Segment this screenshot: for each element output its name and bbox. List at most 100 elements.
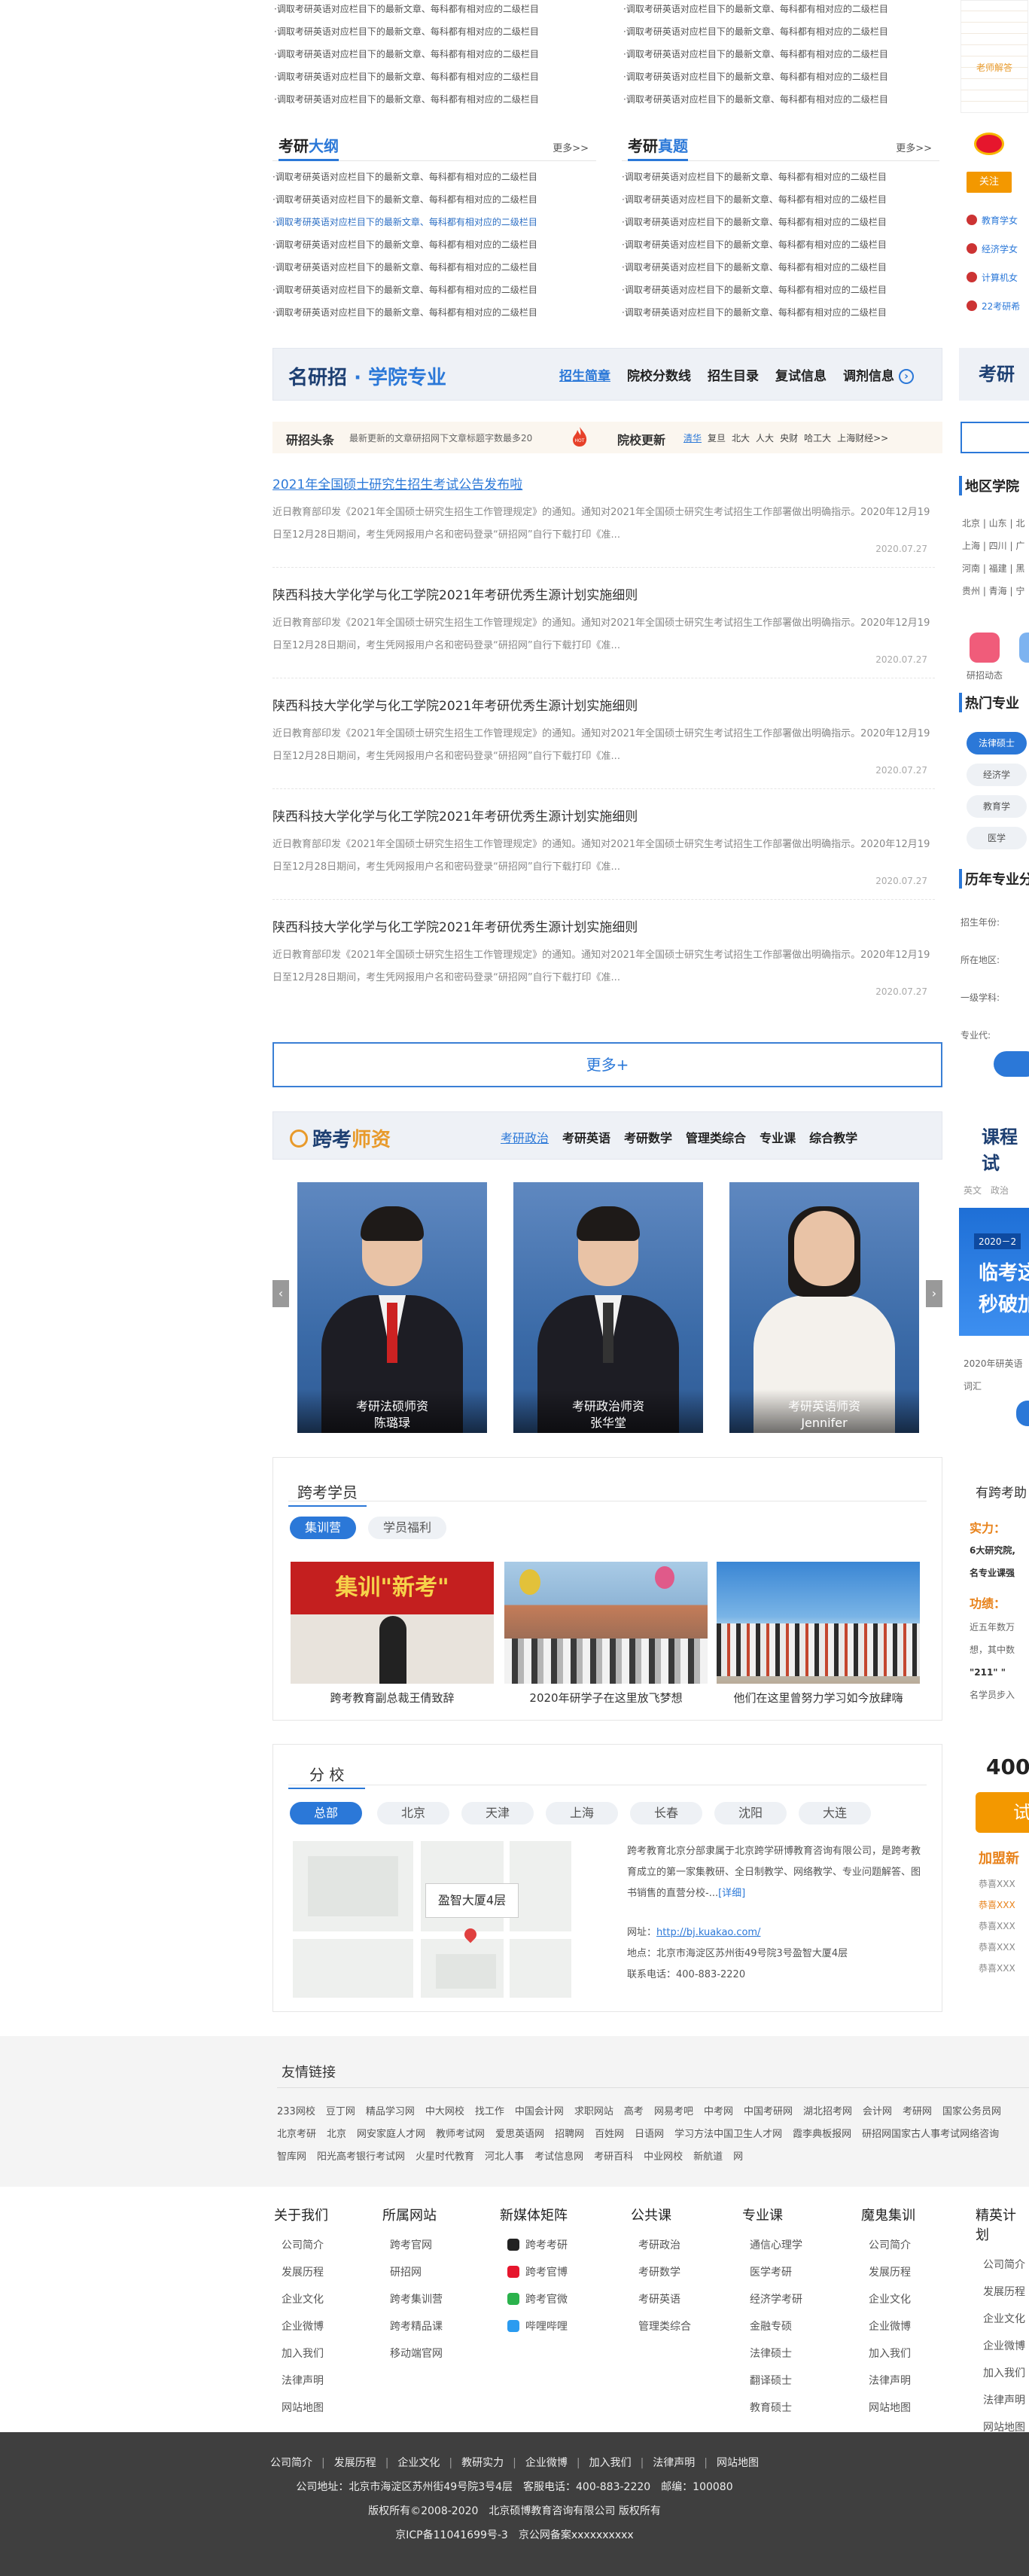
friend-link[interactable]: 中大网校: [425, 2101, 464, 2123]
footer-link[interactable]: 通信心理学: [742, 2232, 802, 2259]
footer-link[interactable]: 加入我们: [274, 2340, 328, 2367]
news-item[interactable]: ·调取考研英语对应栏目下的最新文章、每科都有相对应的二级栏目: [274, 66, 590, 88]
friend-link[interactable]: 新航道: [693, 2146, 723, 2169]
footer-link[interactable]: 移动端官网: [382, 2340, 443, 2367]
news-item[interactable]: ·调取考研英语对应栏目下的最新文章、每科都有相对应的二级栏目: [272, 301, 596, 324]
bottom-link[interactable]: 加入我们: [589, 2457, 632, 2469]
nav-item[interactable]: 院校分数线: [627, 365, 691, 384]
region-row[interactable]: 北京 | 山东 | 北: [962, 512, 1024, 535]
footer-link[interactable]: 公司简介: [861, 2232, 915, 2259]
friend-link[interactable]: 考研百科: [594, 2146, 633, 2169]
news-item[interactable]: ·调取考研英语对应栏目下的最新文章、每科都有相对应的二级栏目: [623, 43, 939, 66]
weibo-item[interactable]: 经济学女: [967, 238, 1020, 261]
chevron-right-icon[interactable]: ›: [899, 369, 914, 384]
news-item[interactable]: ·调取考研英语对应栏目下的最新文章、每科都有相对应的二级栏目: [272, 279, 596, 301]
tab-student-welfare[interactable]: 学员福利: [368, 1517, 447, 1539]
footer-link[interactable]: 企业微博: [274, 2313, 328, 2340]
bottom-link[interactable]: 教研实力: [461, 2457, 504, 2469]
footer-link[interactable]: 发展历程: [861, 2259, 915, 2286]
news-item[interactable]: ·调取考研英语对应栏目下的最新文章、每科都有相对应的二级栏目: [274, 0, 590, 20]
footer-link[interactable]: 考研政治: [631, 2232, 691, 2259]
nav-item[interactable]: 管理类综合: [686, 1128, 746, 1146]
apply-button[interactable]: 试: [976, 1792, 1029, 1833]
promo-more-button[interactable]: [1016, 1401, 1029, 1426]
teacher-card[interactable]: 考研政治师资 张华堂: [513, 1182, 703, 1433]
footer-link[interactable]: 教育硕士: [742, 2395, 802, 2422]
footer-link[interactable]: 企业微博: [976, 2333, 1029, 2360]
tab-training-camp[interactable]: 集训营: [290, 1517, 357, 1539]
footer-link[interactable]: 发展历程: [976, 2279, 1029, 2306]
news-item[interactable]: ·调取考研英语对应栏目下的最新文章、每科都有相对应的二级栏目: [623, 0, 939, 20]
weibo-item[interactable]: 教育学女: [967, 209, 1020, 232]
footer-link[interactable]: 法律硕士: [742, 2340, 802, 2367]
footer-link[interactable]: 经济学考研: [742, 2286, 802, 2313]
school-link[interactable]: 人大: [756, 433, 774, 444]
footer-link[interactable]: 网站地图: [861, 2395, 915, 2422]
bottom-link[interactable]: 法律声明: [653, 2457, 695, 2469]
tab-branch[interactable]: 沈阳: [714, 1802, 787, 1825]
friend-link[interactable]: 学习方法中国卫生人才网: [674, 2123, 782, 2146]
bottom-link[interactable]: 发展历程: [334, 2457, 376, 2469]
nav-item[interactable]: 复试信息: [775, 365, 827, 384]
friend-link[interactable]: 智库网: [277, 2146, 306, 2169]
friend-link[interactable]: 爱思英语网: [495, 2123, 544, 2146]
footer-link[interactable]: 企业微博: [861, 2313, 915, 2340]
footer-link[interactable]: 公司简介: [976, 2251, 1029, 2279]
friend-link[interactable]: 百姓网: [595, 2123, 624, 2146]
footer-link[interactable]: 法律声明: [274, 2367, 328, 2395]
course-tabs[interactable]: 英文 政治: [964, 1179, 1009, 1202]
weibo-follow-button[interactable]: 关注: [967, 172, 1012, 193]
tab-branch[interactable]: 上海: [546, 1802, 618, 1825]
nav-item[interactable]: 综合教学: [809, 1128, 857, 1146]
region-row[interactable]: 贵州 | 青海 | 宁: [962, 580, 1024, 602]
tab-branch[interactable]: 长春: [630, 1802, 702, 1825]
news-item[interactable]: ·调取考研英语对应栏目下的最新文章、每科都有相对应的二级栏目: [622, 301, 939, 324]
friend-link[interactable]: 湖北招考网: [803, 2101, 852, 2123]
friend-link[interactable]: 火星时代教育: [416, 2146, 474, 2169]
weibo-item[interactable]: 22考研希: [967, 295, 1020, 318]
region-row[interactable]: 上海 | 四川 | 广: [962, 535, 1024, 557]
more-articles-button[interactable]: 更多+: [272, 1042, 942, 1087]
friend-link[interactable]: 河北人事: [485, 2146, 524, 2169]
news-item[interactable]: ·调取考研英语对应栏目下的最新文章、每科都有相对应的二级栏目: [274, 43, 590, 66]
friend-link[interactable]: 会计网: [863, 2101, 892, 2123]
footer-link[interactable]: 公司简介: [274, 2232, 328, 2259]
footer-link[interactable]: 跨考官网: [382, 2232, 443, 2259]
nav-item[interactable]: 招生简章: [559, 365, 610, 384]
friend-link[interactable]: 网: [733, 2146, 743, 2169]
friend-link[interactable]: 招聘网: [555, 2123, 584, 2146]
friend-link[interactable]: 北京考研: [277, 2123, 316, 2146]
friend-link[interactable]: 豆丁网: [326, 2101, 355, 2123]
news-item[interactable]: ·调取考研英语对应栏目下的最新文章、每科都有相对应的二级栏目: [622, 166, 939, 188]
school-link[interactable]: 北大: [732, 433, 750, 444]
friend-link[interactable]: 中考网: [704, 2101, 733, 2123]
friend-link[interactable]: 研招网国家古人事考试网络咨询: [862, 2123, 999, 2146]
promo-banner[interactable]: 2020－2 临考这 秒破加: [959, 1208, 1029, 1336]
footer-link[interactable]: 翻译硕士: [742, 2367, 802, 2395]
friend-link[interactable]: 高考: [624, 2101, 644, 2123]
footer-link[interactable]: 医学考研: [742, 2259, 802, 2286]
sidebar-search-input[interactable]: [961, 422, 1029, 453]
article-title[interactable]: 陕西科技大学化学与化工学院2021年考研优秀生源计划实施细则: [272, 806, 935, 828]
news-item[interactable]: ·调取考研英语对应栏目下的最新文章、每科都有相对应的二级栏目: [622, 256, 939, 279]
nav-item[interactable]: 专业课: [760, 1128, 796, 1146]
history-search-button[interactable]: [994, 1051, 1029, 1077]
news-item[interactable]: ·调取考研英语对应栏目下的最新文章、每科都有相对应的二级栏目: [274, 88, 590, 111]
branch-detail-link[interactable]: [详细]: [718, 1888, 745, 1899]
news-item[interactable]: ·调取考研英语对应栏目下的最新文章、每科都有相对应的二级栏目: [272, 233, 596, 256]
footer-link[interactable]: 金融专硕: [742, 2313, 802, 2340]
footer-link[interactable]: 企业文化: [976, 2306, 1029, 2333]
footer-link[interactable]: 考研英语: [631, 2286, 691, 2313]
region-row[interactable]: 河南 | 福建 | 黑: [962, 557, 1024, 580]
tab-branch[interactable]: 总部: [290, 1802, 362, 1825]
weibo-item[interactable]: 计算机女: [967, 267, 1020, 289]
news-item[interactable]: ·调取考研英语对应栏目下的最新文章、每科都有相对应的二级栏目: [623, 88, 939, 111]
friend-link[interactable]: 考研网: [903, 2101, 932, 2123]
news-item[interactable]: ·调取考研英语对应栏目下的最新文章、每科都有相对应的二级栏目: [622, 233, 939, 256]
nav-item[interactable]: 考研数学: [624, 1128, 672, 1146]
school-link[interactable]: 清华: [683, 433, 702, 444]
branch-site-link[interactable]: http://bj.kuakao.com/: [656, 1927, 760, 1938]
student-photo[interactable]: 他们在这里曾努力学习如今放肆嗨: [717, 1562, 920, 1705]
tab-branch[interactable]: 天津: [461, 1802, 534, 1825]
friend-link[interactable]: 霞李典板报网: [793, 2123, 851, 2146]
